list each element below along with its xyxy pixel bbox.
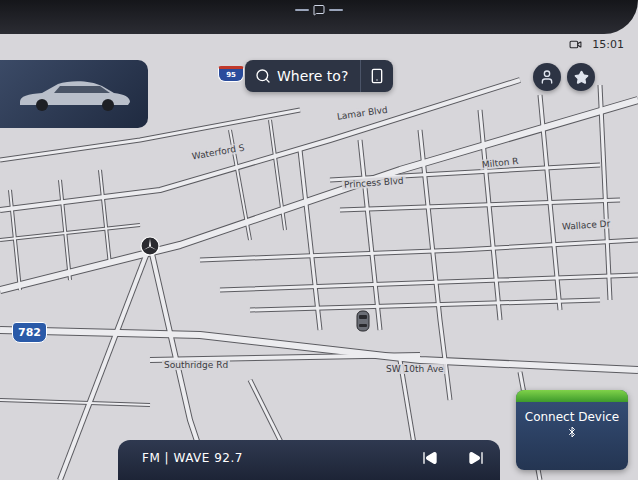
camera-icon (569, 38, 582, 51)
connect-device-card[interactable]: Connect Device (516, 390, 628, 470)
street-label: Waterford S (189, 142, 247, 162)
search-placeholder: Where to? (277, 68, 348, 84)
bluetooth-icon (566, 426, 578, 438)
route-shield: 95 (218, 66, 244, 82)
next-icon[interactable] (468, 450, 484, 466)
clock: 15:01 (592, 38, 624, 51)
street-label: SW 10th Ave (384, 364, 446, 374)
voice-assistant[interactable] (295, 4, 343, 16)
car-top-icon (355, 310, 371, 332)
media-bar[interactable]: FM | WAVE 92.7 (118, 440, 500, 480)
destination-pin[interactable] (140, 236, 160, 260)
user-icon (539, 69, 555, 85)
vehicle-card[interactable] (0, 60, 148, 128)
star-icon (574, 70, 589, 85)
favorites-button[interactable] (567, 63, 595, 91)
navigation-screen: Lamar BlvdWaterford SPrincess BlvdMilton… (0, 0, 638, 480)
grass-strip (516, 390, 628, 402)
search-icon (255, 68, 271, 84)
previous-icon[interactable] (422, 450, 438, 466)
profile-button[interactable] (533, 63, 561, 91)
route-shield: 782 (12, 322, 47, 343)
search-field[interactable]: Where to? (245, 60, 393, 92)
station-label: FM | WAVE 92.7 (142, 451, 243, 465)
screen-bezel (0, 0, 638, 34)
connect-device-label: Connect Device (516, 402, 628, 426)
status-bar: 15:01 (569, 38, 624, 51)
message-icon (313, 4, 325, 16)
phone-icon[interactable] (369, 68, 385, 84)
car-side-icon (14, 74, 134, 114)
mercedes-star-icon (140, 236, 160, 256)
street-label: Lamar Blvd (334, 104, 390, 122)
street-label: Southridge Rd (162, 360, 230, 370)
vehicle-position (355, 310, 371, 336)
